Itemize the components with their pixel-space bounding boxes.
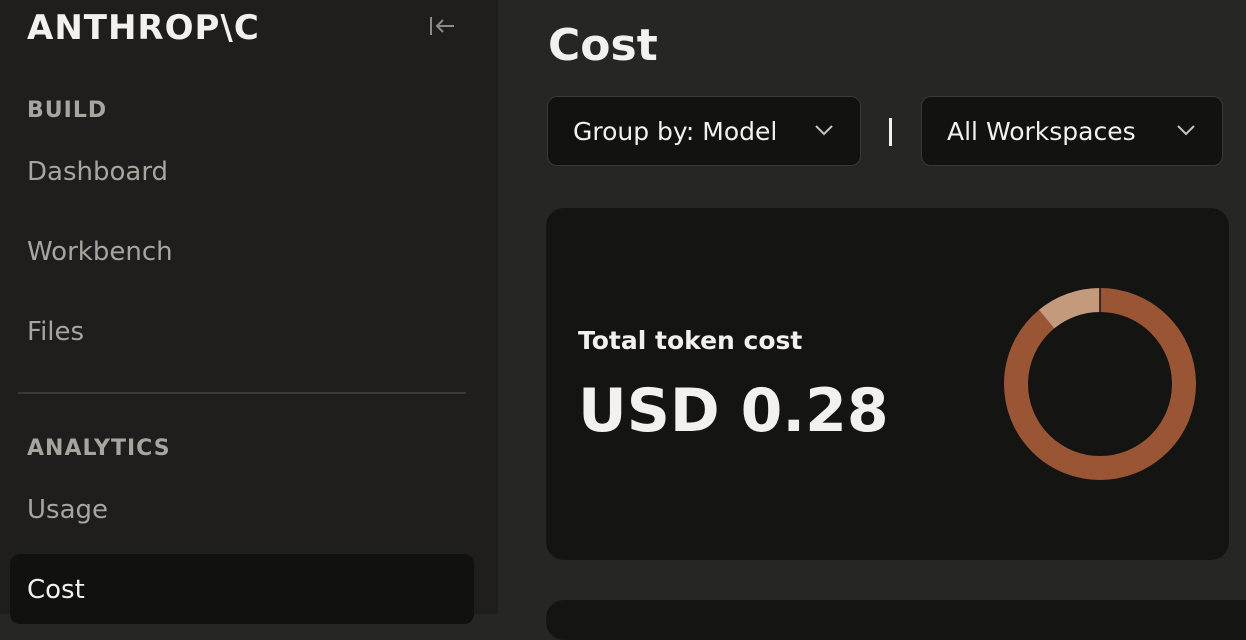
secondary-card <box>546 600 1246 640</box>
total-cost-card: Total token cost USD 0.28 <box>546 208 1229 560</box>
total-cost-value: USD 0.28 <box>578 376 889 446</box>
filter-separator <box>889 118 892 146</box>
sidebar-item-files[interactable]: Files <box>27 317 84 347</box>
group-by-dropdown[interactable]: Group by: Model <box>547 96 861 166</box>
section-label-analytics: ANALYTICS <box>27 436 171 461</box>
collapse-sidebar-icon[interactable] <box>428 14 456 38</box>
chevron-down-icon <box>815 125 833 136</box>
brand-logo: ANTHROP\C <box>27 8 260 48</box>
chevron-down-icon <box>1177 125 1195 136</box>
main-content: Cost Group by: Model All Workspaces Tota… <box>498 0 1246 640</box>
sidebar-divider <box>18 392 466 394</box>
workspace-label: All Workspaces <box>947 117 1136 146</box>
sidebar-item-dashboard[interactable]: Dashboard <box>27 157 168 187</box>
cost-donut-chart <box>1004 288 1196 480</box>
sidebar-item-workbench[interactable]: Workbench <box>27 237 173 267</box>
section-label-build: BUILD <box>27 98 108 123</box>
sidebar: ANTHROP\C BUILD Dashboard Workbench File… <box>0 0 498 624</box>
workspace-dropdown[interactable]: All Workspaces <box>921 96 1223 166</box>
donut-segment-1 <box>1004 288 1196 480</box>
page-title: Cost <box>548 20 658 71</box>
group-by-label: Group by: Model <box>573 117 778 146</box>
sidebar-item-usage[interactable]: Usage <box>27 495 108 525</box>
sidebar-item-label: Cost <box>27 575 85 605</box>
total-cost-label: Total token cost <box>578 326 803 355</box>
